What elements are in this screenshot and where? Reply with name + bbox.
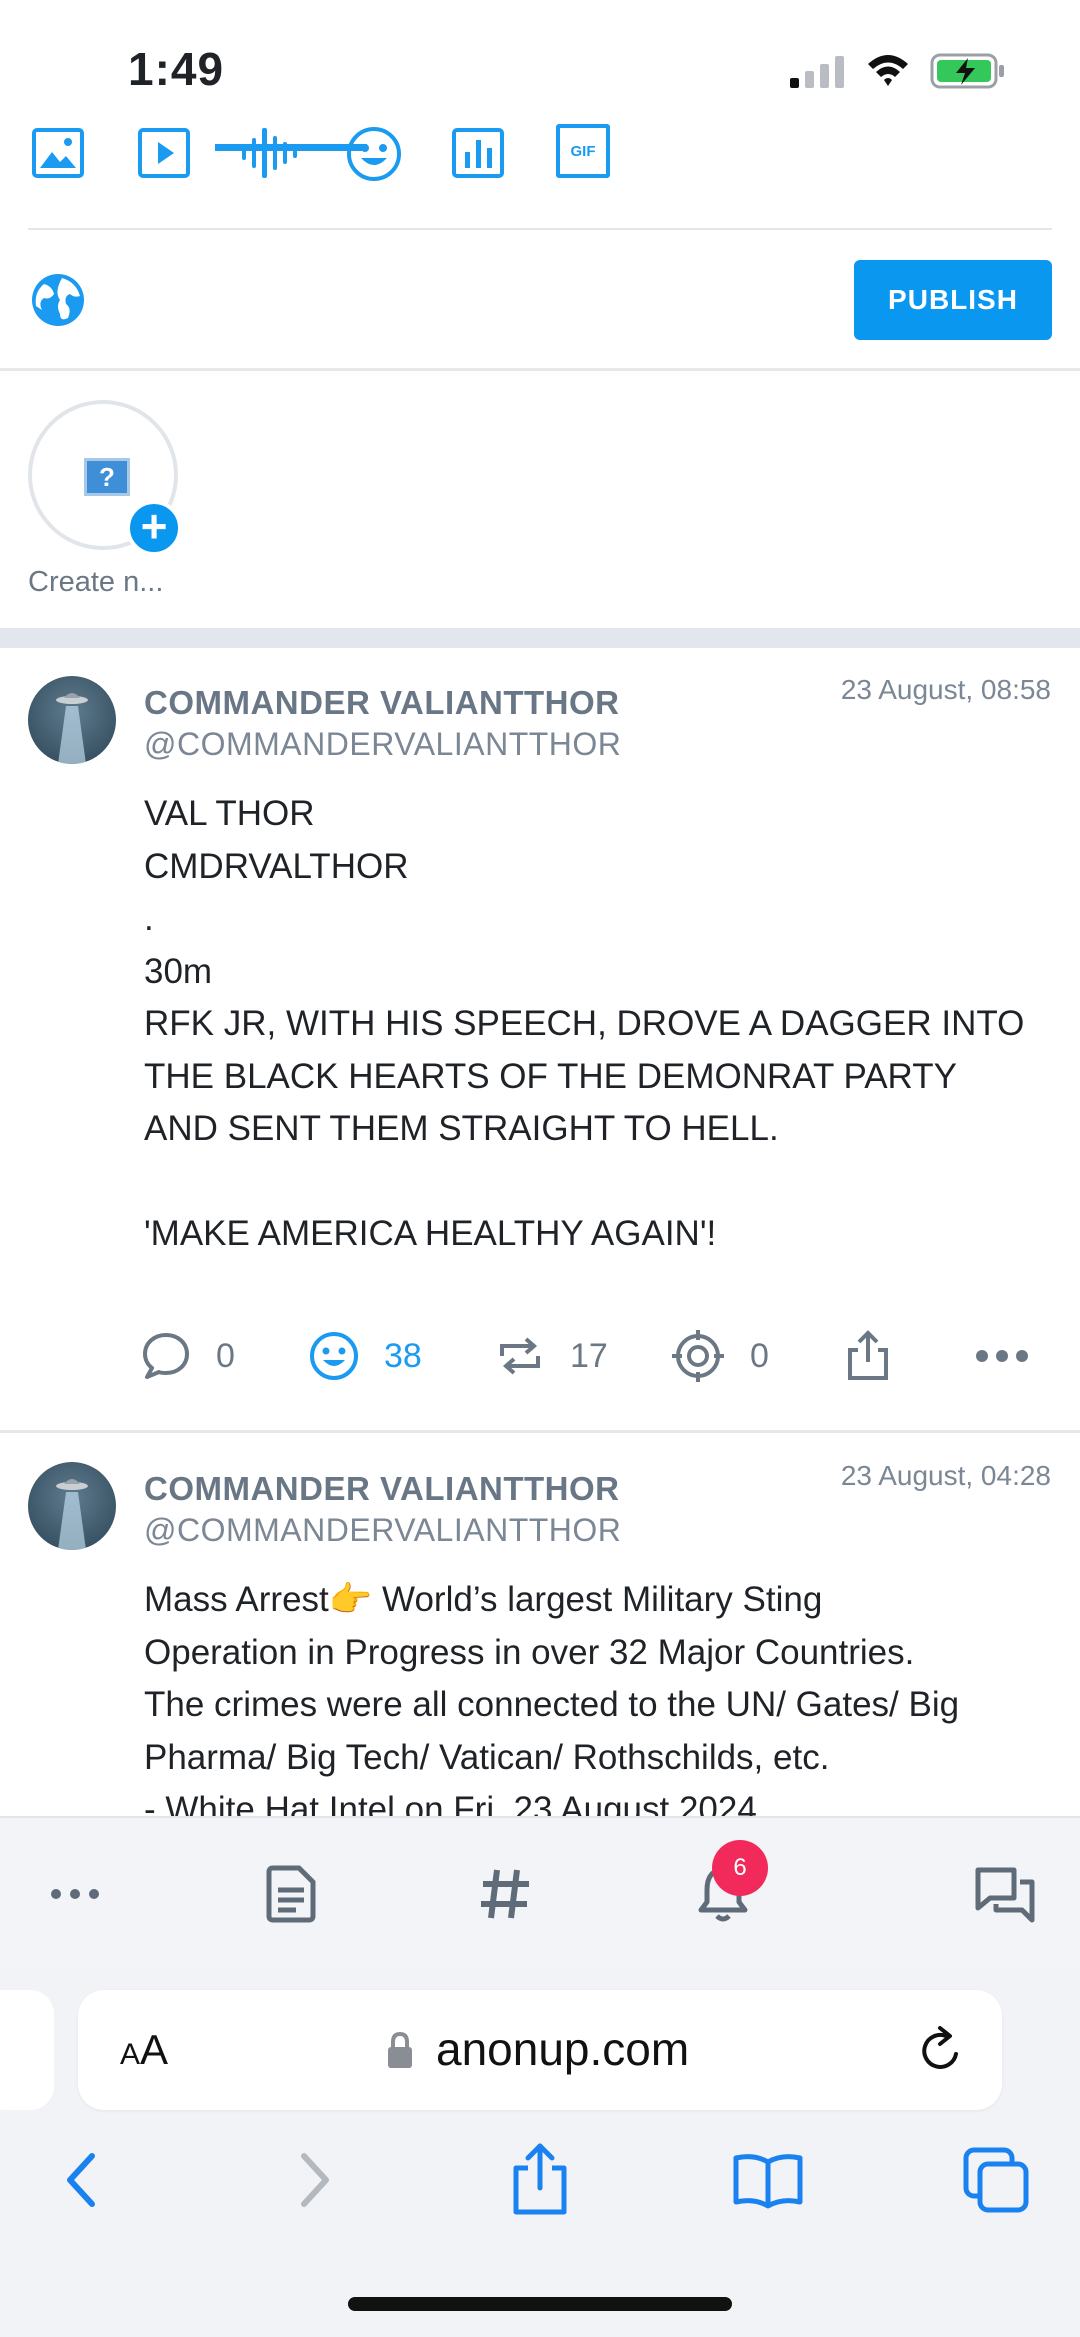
section-separator	[0, 628, 1080, 648]
lock-icon	[388, 2031, 412, 2068]
post-text-line: .	[144, 899, 154, 938]
feed-post: COMMANDER VALIANTTHOR @COMMANDERVALIANTT…	[0, 1434, 1080, 1816]
divider	[0, 1430, 1080, 1433]
home-indicator	[348, 2297, 732, 2311]
nav-posts[interactable]	[215, 1818, 367, 1970]
image-icon[interactable]	[30, 124, 90, 184]
url-text[interactable]: anonup.com	[436, 2022, 689, 2076]
notification-badge: 6	[712, 1840, 768, 1896]
comment-icon	[143, 1333, 189, 1379]
story-label: Create n...	[28, 566, 164, 598]
poll-icon[interactable]	[450, 124, 510, 184]
more-icon	[976, 1350, 1028, 1362]
wifi-icon	[868, 55, 908, 86]
audio-icon[interactable]	[240, 124, 300, 184]
app-bottom-nav	[0, 1816, 1080, 1968]
avatar[interactable]	[28, 1462, 116, 1550]
post-handle[interactable]: @COMMANDERVALIANTTHOR	[144, 1512, 621, 1549]
react-button[interactable]: 38	[308, 1326, 422, 1386]
post-body: Mass Arrest👉 World’s largest Military St…	[144, 1574, 1044, 1816]
nav-messages[interactable]	[950, 1818, 1060, 1970]
post-text-line: 30m	[144, 951, 213, 991]
battery-charging-icon	[930, 53, 1004, 89]
divider	[28, 228, 1052, 230]
post-actions: 0 38 17 0	[140, 1326, 1050, 1386]
post-timestamp[interactable]: 23 August, 04:28	[841, 1460, 1051, 1492]
avatar[interactable]	[28, 676, 116, 764]
ufo-icon	[56, 1479, 88, 1550]
status-time: 1:49	[128, 43, 225, 95]
nav-hashtags[interactable]	[450, 1818, 560, 1970]
share-button[interactable]	[842, 1326, 894, 1386]
post-text-line: RFK JR, WITH HIS SPEECH, DROVE A DAGGER …	[144, 1004, 1025, 1043]
reaction-count: 38	[384, 1336, 422, 1375]
share-icon	[848, 1330, 888, 1380]
post-text-line: Pharma/ Big Tech/ Vatican/ Rothschilds, …	[144, 1737, 830, 1777]
cellular-signal-icon	[790, 56, 844, 88]
post-text-line: AND SENT THEM STRAIGHT TO HELL.	[144, 1109, 779, 1148]
status-bar: 1:49	[0, 0, 1080, 110]
messages-icon	[975, 1867, 1035, 1923]
target-count: 0	[750, 1336, 769, 1375]
tabs-icon[interactable]	[962, 2146, 1030, 2214]
globe-icon[interactable]	[30, 272, 86, 328]
ufo-icon	[56, 693, 88, 764]
reader-text-size-button[interactable]: AA	[120, 2026, 168, 2074]
browser-share-icon[interactable]	[508, 2140, 572, 2220]
post-text-line: THE BLACK HEARTS OF THE DEMONRAT PARTY	[144, 1056, 957, 1096]
emoji-reaction-icon	[310, 1332, 358, 1380]
repost-button[interactable]: 17	[494, 1326, 608, 1386]
hashtag-icon	[481, 1869, 529, 1919]
emoji-icon[interactable]	[344, 124, 404, 184]
bookmarks-icon[interactable]	[732, 2150, 804, 2210]
post-text-line: Operation in Progress in over 32 Major C…	[144, 1632, 915, 1672]
previous-tab-preview[interactable]	[0, 1990, 54, 2110]
post-text-line: 'MAKE AMERICA HEALTHY AGAIN'!	[144, 1214, 717, 1253]
image-placeholder-icon: ?	[84, 458, 130, 496]
post-text-line: - White Hat Intel on Fri, 23 August 2024	[144, 1790, 757, 1816]
back-icon[interactable]	[58, 2148, 106, 2212]
post-text-line: CMDRVALTHOR	[144, 846, 409, 886]
comment-button[interactable]: 0	[140, 1326, 235, 1386]
post-author[interactable]: COMMANDER VALIANTTHOR	[144, 684, 620, 722]
address-bar[interactable]: AA anonup.com	[78, 1990, 1002, 2110]
publish-button[interactable]: PUBLISH	[854, 260, 1052, 340]
post-text-line: VAL THOR	[144, 794, 315, 833]
divider	[0, 368, 1080, 371]
nav-notifications[interactable]	[668, 1818, 778, 1970]
post-text-line: The crimes were all connected to the UN/…	[144, 1685, 960, 1724]
add-story-icon[interactable]: +	[126, 500, 182, 556]
post-text-line	[144, 1156, 1044, 1209]
more-icon	[51, 1889, 99, 1899]
video-icon[interactable]	[136, 124, 196, 184]
comment-count: 0	[216, 1336, 235, 1375]
crosshair-icon	[672, 1330, 724, 1382]
post-author[interactable]: COMMANDER VALIANTTHOR	[144, 1470, 620, 1508]
forward-icon[interactable]	[290, 2148, 338, 2212]
repost-icon	[500, 1337, 540, 1375]
post-timestamp[interactable]: 23 August, 08:58	[841, 674, 1051, 706]
post-text-line: Mass Arrest👉 World’s largest Military St…	[144, 1580, 823, 1619]
posts-icon	[266, 1865, 316, 1923]
active-tab-indicator	[215, 144, 367, 151]
post-handle[interactable]: @COMMANDERVALIANTTHOR	[144, 726, 621, 763]
more-options-button[interactable]	[974, 1326, 1030, 1386]
reload-icon[interactable]	[916, 2024, 968, 2076]
repost-count: 17	[570, 1336, 608, 1375]
target-button[interactable]: 0	[670, 1326, 769, 1386]
post-body: VAL THOR CMDRVALTHOR . 30m RFK JR, WITH …	[144, 788, 1044, 1261]
gif-icon[interactable]: GIF	[556, 124, 610, 178]
nav-more[interactable]	[30, 1818, 120, 1970]
